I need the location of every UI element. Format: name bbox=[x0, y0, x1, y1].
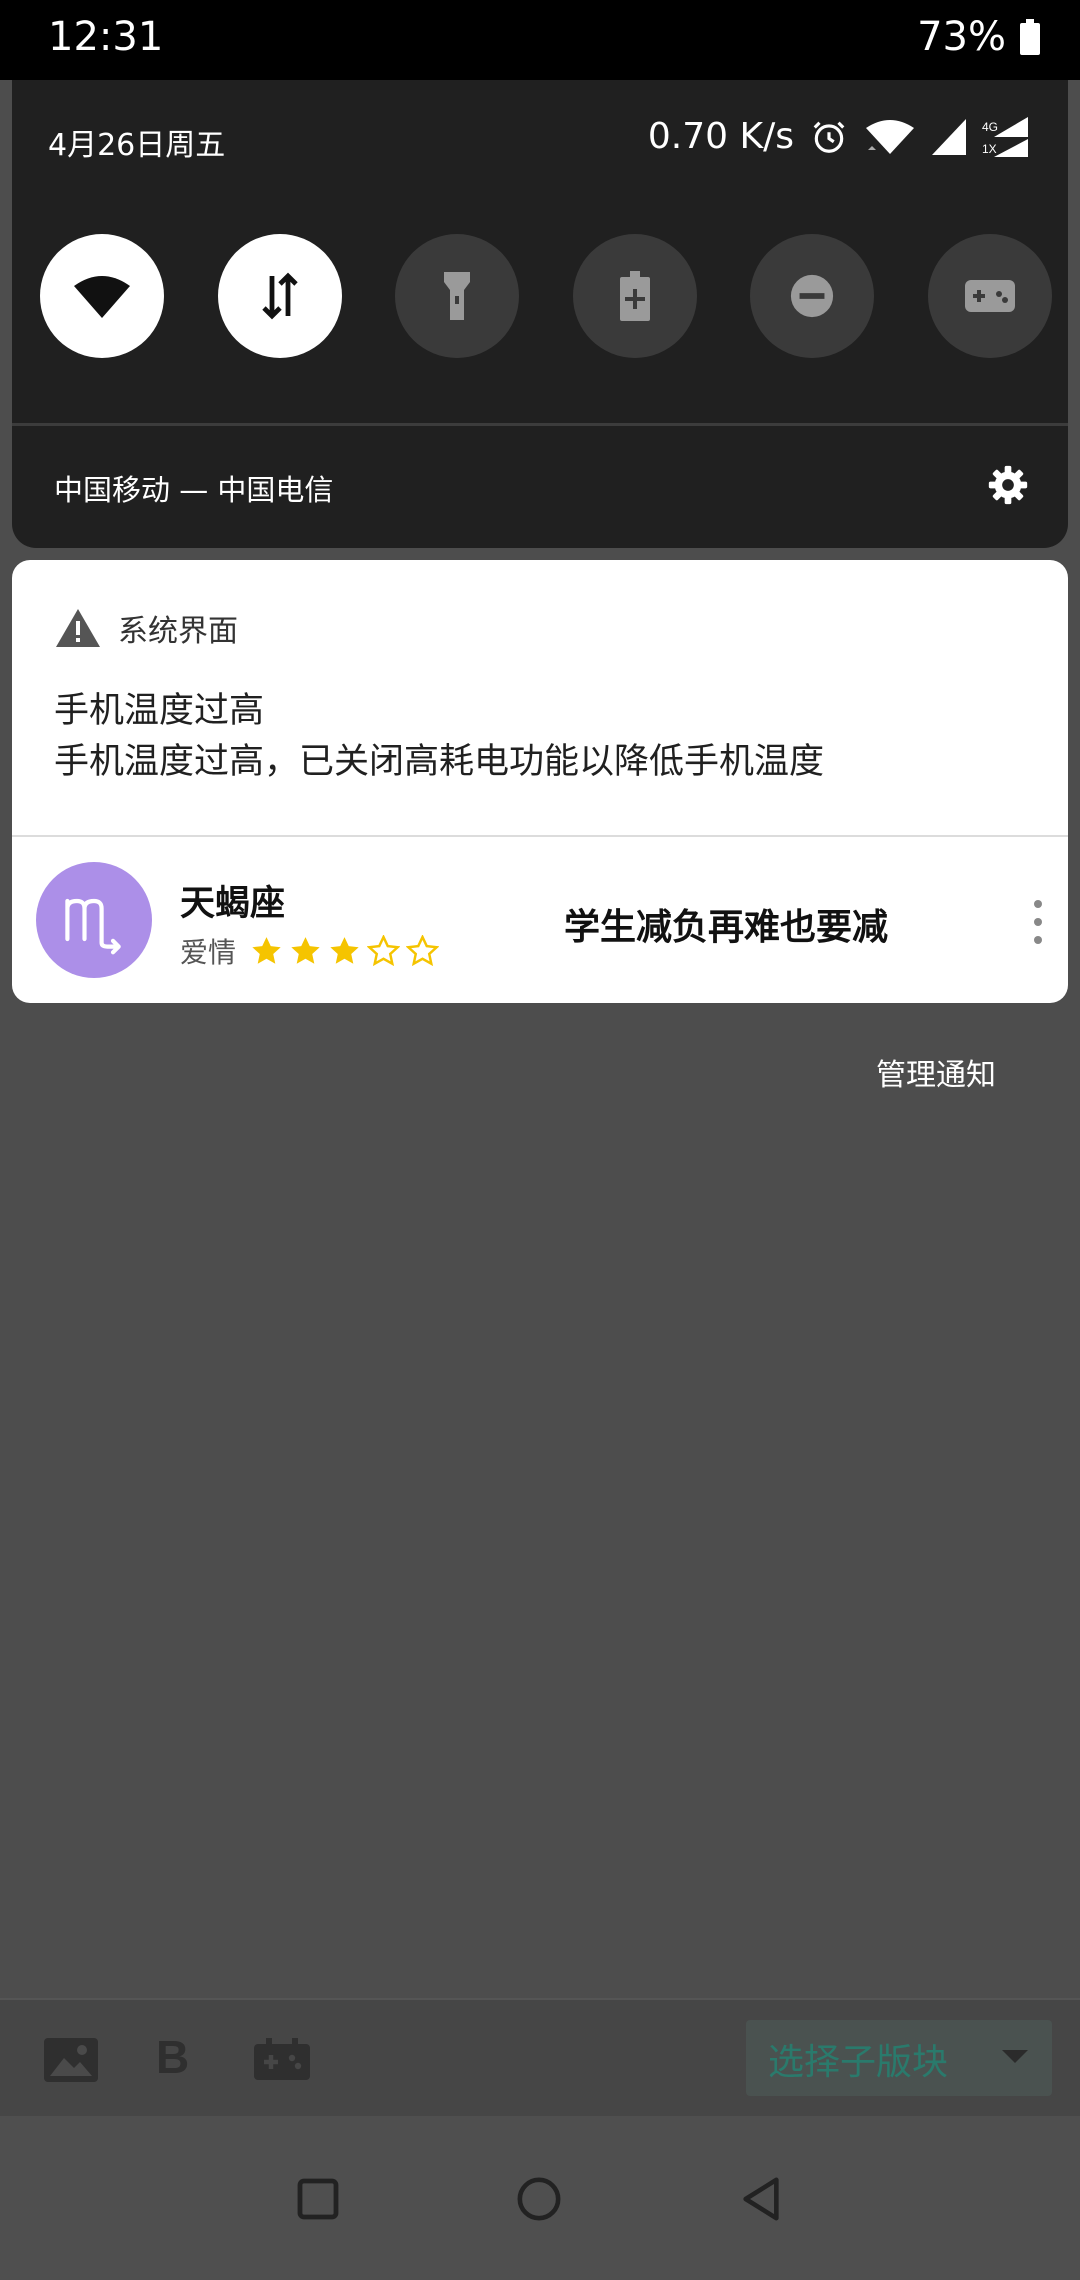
star-empty-icon bbox=[406, 934, 440, 966]
app-editor-toolbar: B 选择子版块 bbox=[0, 1998, 1080, 2116]
notification-divider bbox=[12, 835, 1068, 837]
dnd-icon bbox=[791, 274, 834, 318]
more-vert-icon[interactable] bbox=[1028, 900, 1048, 944]
quick-settings-panel: 4月26日周五 0.70 K/s 4G 1X 中国移动 — 中国电信 bbox=[12, 80, 1068, 548]
horoscope-headline: 学生减负再难也要减 bbox=[564, 907, 889, 948]
alarm-icon bbox=[813, 121, 845, 153]
gamepad-icon[interactable] bbox=[254, 2038, 310, 2080]
tile-do-not-disturb[interactable] bbox=[750, 234, 875, 358]
horoscope-rating-label: 爱情 bbox=[180, 936, 237, 969]
battery-saver-icon bbox=[619, 271, 650, 321]
tile-mobile-data[interactable] bbox=[217, 234, 342, 358]
subforum-label: 选择子版块 bbox=[768, 2042, 949, 2083]
signal-4g-label: 4G bbox=[982, 120, 998, 134]
star-filled-icon bbox=[252, 936, 281, 964]
star-empty-icon bbox=[367, 934, 401, 966]
avatar bbox=[36, 862, 152, 978]
system-notification-text: 手机温度过高，已关闭高耗电功能以降低手机温度 bbox=[54, 742, 825, 782]
horoscope-sign-name: 天蝎座 bbox=[180, 884, 286, 924]
qs-date[interactable]: 4月26日周五 bbox=[48, 120, 225, 164]
cellular-signal-icon bbox=[932, 118, 966, 155]
image-icon[interactable] bbox=[44, 2038, 98, 2082]
system-app-name: 系统界面 bbox=[118, 614, 238, 649]
subforum-selector[interactable]: 选择子版块 bbox=[746, 2020, 1052, 2096]
qs-status-icons: 0.70 K/s 4G 1X bbox=[648, 116, 1028, 157]
gear-icon[interactable] bbox=[988, 465, 1028, 505]
gamepad-icon bbox=[964, 280, 1015, 312]
signal-1x-label: 1X bbox=[982, 142, 997, 156]
battery-percent: 73% bbox=[917, 14, 1006, 60]
recents-icon bbox=[297, 2178, 339, 2220]
qs-divider bbox=[12, 423, 1068, 426]
star-filled-icon bbox=[291, 936, 320, 964]
system-notification-title: 手机温度过高 bbox=[54, 691, 265, 731]
back-button[interactable] bbox=[728, 2166, 794, 2232]
home-icon bbox=[517, 2177, 561, 2221]
4g-1x-signal-icon: 4G 1X bbox=[982, 116, 1028, 157]
tile-wifi[interactable] bbox=[40, 234, 164, 358]
horoscope-rating-row: 爱情 bbox=[180, 931, 440, 971]
scorpio-icon bbox=[65, 898, 121, 955]
manage-notifications-button[interactable]: 管理通知 bbox=[876, 1050, 996, 1094]
tile-game-mode[interactable] bbox=[927, 234, 1052, 358]
status-time: 12:31 bbox=[48, 14, 164, 60]
wifi-signal-icon bbox=[866, 119, 914, 154]
star-filled-icon bbox=[330, 936, 359, 964]
chevron-down-icon bbox=[1002, 2050, 1028, 2063]
tile-flashlight[interactable] bbox=[395, 234, 520, 358]
recents-button[interactable] bbox=[285, 2166, 351, 2232]
quick-tiles bbox=[40, 234, 1052, 358]
flashlight-icon bbox=[444, 272, 471, 320]
system-notification-header: 系统界面 bbox=[56, 606, 238, 650]
data-arrows-icon bbox=[261, 272, 298, 320]
status-right: 73% bbox=[917, 14, 1040, 60]
warning-icon bbox=[56, 609, 100, 647]
home-button[interactable] bbox=[506, 2166, 572, 2232]
wifi-icon bbox=[74, 276, 130, 318]
navigation-bar bbox=[0, 2116, 1080, 2280]
carrier-label: 中国移动 — 中国电信 bbox=[54, 473, 334, 507]
battery-icon bbox=[1020, 19, 1040, 55]
notification-card: 系统界面 手机温度过高 手机温度过高，已关闭高耗电功能以降低手机温度 天蝎座 爱… bbox=[12, 560, 1068, 1003]
net-speed: 0.70 K/s bbox=[647, 116, 794, 157]
back-icon bbox=[743, 2177, 779, 2221]
bold-icon[interactable]: B bbox=[156, 2030, 189, 2084]
status-bar: 12:31 73% bbox=[0, 0, 1080, 80]
tile-battery-saver[interactable] bbox=[572, 234, 697, 358]
